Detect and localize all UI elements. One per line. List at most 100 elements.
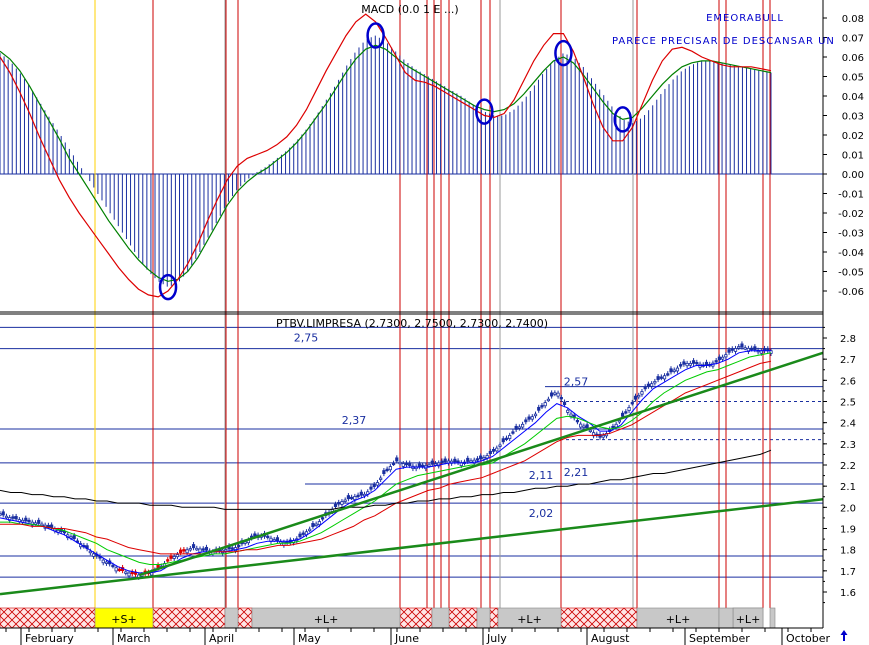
price-candle-body — [562, 401, 567, 406]
macd-tick-label: -0.02 — [838, 209, 864, 220]
price-candle-body — [575, 419, 580, 423]
price-candle-body — [624, 411, 628, 414]
band-hatched-segment — [399, 607, 433, 629]
price-candle-body — [556, 392, 560, 397]
price-candle-body — [166, 559, 170, 562]
price-candle-body — [440, 460, 444, 463]
price-candle-body — [204, 546, 209, 551]
price-candle-body — [585, 424, 589, 429]
price-candle-body — [466, 457, 470, 462]
price-tick-label: 2.1 — [840, 482, 856, 493]
price-candle-body — [630, 402, 634, 405]
level-label: 2,11 — [529, 469, 554, 482]
price-candle-body — [482, 457, 486, 460]
price-tick-label: 2.3 — [840, 440, 856, 451]
price-candle-body — [601, 434, 605, 438]
price-candle-body — [114, 567, 118, 572]
month-label: April — [209, 632, 234, 645]
price-candle-body — [453, 458, 457, 463]
band-hatched-segment — [489, 607, 499, 629]
price-candle-body — [469, 460, 473, 463]
price-candle-body — [721, 356, 725, 360]
level-label: 2,57 — [564, 376, 589, 389]
price-candle-body — [672, 369, 676, 372]
price-candle-body — [117, 568, 121, 572]
macd-tick-label: 0.04 — [842, 92, 864, 103]
band-hatched-segment — [0, 607, 96, 629]
price-candle-body — [559, 396, 563, 400]
price-candle-body — [33, 522, 38, 525]
price-candle-body — [395, 457, 399, 462]
band-label: +L+ — [666, 613, 691, 626]
price-candle-body — [733, 348, 738, 352]
price-candle-body — [669, 368, 673, 373]
price-candle-body — [317, 521, 321, 526]
price-tick-label: 1.7 — [840, 567, 856, 578]
price-candle-body — [646, 383, 651, 387]
price-candle-body — [514, 425, 518, 430]
price-tick-label: 2.0 — [840, 503, 856, 514]
band-grey-segment — [476, 607, 491, 629]
price-candle-body — [104, 561, 109, 564]
price-candle-body — [14, 516, 18, 520]
macd-turning-point-marker — [158, 273, 178, 301]
price-candle-body — [582, 425, 586, 428]
price-candle-body — [617, 420, 621, 423]
month-label: October — [786, 632, 830, 645]
price-candle-body — [666, 373, 670, 376]
price-candle-body — [230, 547, 234, 550]
macd-tick-label: 0.01 — [842, 151, 864, 162]
macd-signal-line — [0, 13, 772, 298]
band-label: +L+ — [314, 613, 339, 626]
price-candle-body — [524, 419, 528, 423]
price-candle-body — [491, 448, 496, 452]
price-candle-body — [340, 501, 344, 505]
price-candle-body — [621, 412, 625, 417]
price-candle-body — [350, 496, 354, 500]
price-candle-body — [479, 455, 483, 460]
price-candle-body — [650, 383, 654, 387]
macd-tick-label: 0.00 — [842, 170, 864, 181]
month-label: July — [486, 632, 507, 645]
price-candle-body — [727, 349, 731, 353]
up-arrow-icon[interactable] — [840, 630, 848, 641]
moving-average-line — [0, 360, 772, 555]
price-candle-body — [201, 548, 205, 551]
band-hatched-segment — [152, 607, 226, 629]
price-candle-body — [404, 462, 409, 466]
price-candle-body — [517, 426, 521, 429]
price-candle-body — [430, 460, 434, 465]
signal-band-strip: +S+ +L+ +L+ +L+ +L+ — [0, 607, 823, 629]
price-candle-body — [579, 423, 583, 428]
price-candle-body — [695, 362, 699, 365]
price-tick-label: 2.7 — [840, 355, 856, 366]
price-candle-body — [111, 564, 115, 568]
price-candle-body — [101, 559, 105, 564]
macd-tick-label: -0.03 — [838, 229, 864, 240]
level-label: 2,21 — [564, 466, 589, 479]
price-candle-body — [543, 402, 547, 407]
price-candle-body — [730, 348, 734, 351]
month-label: August — [591, 632, 630, 645]
price-candle-body — [475, 458, 480, 461]
price-candle-body — [46, 524, 50, 528]
price-candle-body — [191, 544, 196, 549]
price-tick-label: 2.5 — [840, 398, 856, 409]
price-candle-body — [320, 517, 325, 520]
price-candle-body — [314, 523, 318, 526]
price-candle-body — [417, 463, 421, 468]
price-candle-body — [275, 537, 280, 542]
price-candle-body — [433, 463, 438, 466]
month-label: February — [25, 632, 74, 645]
price-candle-body — [182, 549, 186, 552]
price-candle-body — [420, 464, 425, 467]
level-label: 2,02 — [529, 507, 554, 520]
price-candle-body — [188, 548, 192, 551]
price-candle-body — [24, 517, 28, 522]
price-candle-body — [391, 462, 396, 466]
price-candle-body — [627, 406, 631, 411]
price-candle-body — [308, 528, 312, 532]
price-candle-body — [91, 553, 96, 557]
band-grey-segment — [431, 607, 450, 629]
macd-tick-label: 0.05 — [842, 73, 864, 84]
